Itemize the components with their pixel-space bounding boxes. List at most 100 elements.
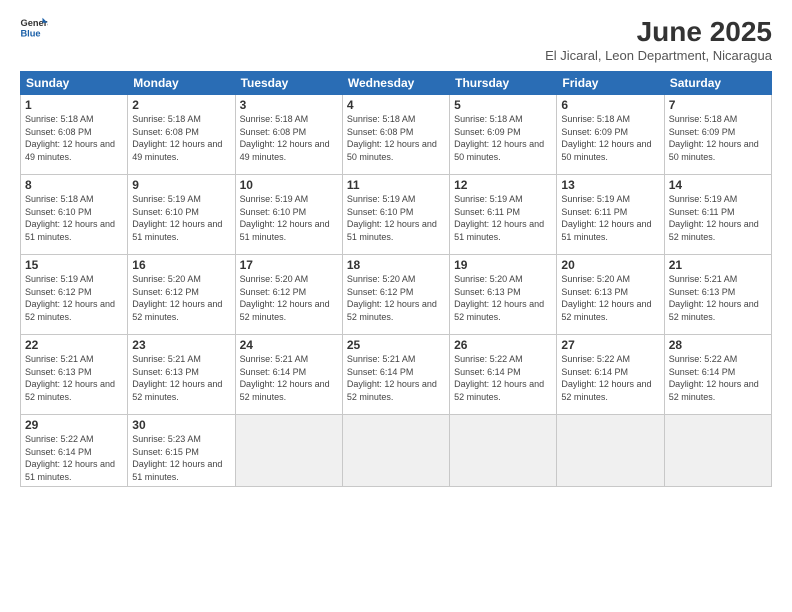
day-info: Sunrise: 5:20 AMSunset: 6:12 PMDaylight:… (132, 273, 230, 323)
day-info: Sunrise: 5:21 AMSunset: 6:13 PMDaylight:… (132, 353, 230, 403)
day-number: 20 (561, 258, 659, 272)
calendar-cell: 12 Sunrise: 5:19 AMSunset: 6:11 PMDaylig… (450, 175, 557, 255)
day-info: Sunrise: 5:19 AMSunset: 6:12 PMDaylight:… (25, 273, 123, 323)
calendar-cell: 30 Sunrise: 5:23 AMSunset: 6:15 PMDaylig… (128, 415, 235, 487)
calendar-cell (450, 415, 557, 487)
day-number: 4 (347, 98, 445, 112)
day-number: 12 (454, 178, 552, 192)
calendar-cell: 29 Sunrise: 5:22 AMSunset: 6:14 PMDaylig… (21, 415, 128, 487)
calendar-cell (557, 415, 664, 487)
calendar-cell: 9 Sunrise: 5:19 AMSunset: 6:10 PMDayligh… (128, 175, 235, 255)
day-number: 2 (132, 98, 230, 112)
day-info: Sunrise: 5:18 AMSunset: 6:09 PMDaylight:… (669, 113, 767, 163)
calendar-cell: 18 Sunrise: 5:20 AMSunset: 6:12 PMDaylig… (342, 255, 449, 335)
day-info: Sunrise: 5:21 AMSunset: 6:14 PMDaylight:… (347, 353, 445, 403)
day-info: Sunrise: 5:19 AMSunset: 6:11 PMDaylight:… (561, 193, 659, 243)
day-number: 22 (25, 338, 123, 352)
col-saturday: Saturday (664, 72, 771, 95)
day-info: Sunrise: 5:21 AMSunset: 6:13 PMDaylight:… (25, 353, 123, 403)
day-number: 13 (561, 178, 659, 192)
day-number: 9 (132, 178, 230, 192)
day-info: Sunrise: 5:18 AMSunset: 6:10 PMDaylight:… (25, 193, 123, 243)
day-number: 1 (25, 98, 123, 112)
calendar-cell: 1 Sunrise: 5:18 AMSunset: 6:08 PMDayligh… (21, 95, 128, 175)
day-number: 27 (561, 338, 659, 352)
day-info: Sunrise: 5:19 AMSunset: 6:11 PMDaylight:… (669, 193, 767, 243)
day-number: 21 (669, 258, 767, 272)
logo-icon: General Blue (20, 16, 48, 38)
calendar-cell: 27 Sunrise: 5:22 AMSunset: 6:14 PMDaylig… (557, 335, 664, 415)
day-info: Sunrise: 5:22 AMSunset: 6:14 PMDaylight:… (25, 433, 123, 483)
col-wednesday: Wednesday (342, 72, 449, 95)
col-thursday: Thursday (450, 72, 557, 95)
day-number: 29 (25, 418, 123, 432)
calendar-cell: 22 Sunrise: 5:21 AMSunset: 6:13 PMDaylig… (21, 335, 128, 415)
col-tuesday: Tuesday (235, 72, 342, 95)
calendar-cell: 20 Sunrise: 5:20 AMSunset: 6:13 PMDaylig… (557, 255, 664, 335)
day-number: 10 (240, 178, 338, 192)
calendar-cell: 17 Sunrise: 5:20 AMSunset: 6:12 PMDaylig… (235, 255, 342, 335)
day-info: Sunrise: 5:21 AMSunset: 6:13 PMDaylight:… (669, 273, 767, 323)
day-info: Sunrise: 5:18 AMSunset: 6:09 PMDaylight:… (561, 113, 659, 163)
logo: General Blue (20, 16, 48, 38)
calendar-cell: 28 Sunrise: 5:22 AMSunset: 6:14 PMDaylig… (664, 335, 771, 415)
day-number: 25 (347, 338, 445, 352)
calendar-cell (342, 415, 449, 487)
day-info: Sunrise: 5:18 AMSunset: 6:08 PMDaylight:… (132, 113, 230, 163)
day-number: 19 (454, 258, 552, 272)
header: General Blue June 2025 El Jicaral, Leon … (20, 16, 772, 63)
day-info: Sunrise: 5:18 AMSunset: 6:08 PMDaylight:… (240, 113, 338, 163)
col-friday: Friday (557, 72, 664, 95)
title-block: June 2025 El Jicaral, Leon Department, N… (545, 16, 772, 63)
calendar-cell: 15 Sunrise: 5:19 AMSunset: 6:12 PMDaylig… (21, 255, 128, 335)
day-info: Sunrise: 5:20 AMSunset: 6:13 PMDaylight:… (454, 273, 552, 323)
calendar-cell: 2 Sunrise: 5:18 AMSunset: 6:08 PMDayligh… (128, 95, 235, 175)
day-info: Sunrise: 5:19 AMSunset: 6:10 PMDaylight:… (132, 193, 230, 243)
day-number: 16 (132, 258, 230, 272)
day-number: 23 (132, 338, 230, 352)
calendar-table: Sunday Monday Tuesday Wednesday Thursday… (20, 71, 772, 487)
day-info: Sunrise: 5:22 AMSunset: 6:14 PMDaylight:… (454, 353, 552, 403)
day-info: Sunrise: 5:21 AMSunset: 6:14 PMDaylight:… (240, 353, 338, 403)
calendar-cell: 25 Sunrise: 5:21 AMSunset: 6:14 PMDaylig… (342, 335, 449, 415)
calendar-cell: 10 Sunrise: 5:19 AMSunset: 6:10 PMDaylig… (235, 175, 342, 255)
calendar-cell: 5 Sunrise: 5:18 AMSunset: 6:09 PMDayligh… (450, 95, 557, 175)
calendar-cell: 13 Sunrise: 5:19 AMSunset: 6:11 PMDaylig… (557, 175, 664, 255)
day-number: 11 (347, 178, 445, 192)
day-info: Sunrise: 5:20 AMSunset: 6:12 PMDaylight:… (347, 273, 445, 323)
calendar-cell: 26 Sunrise: 5:22 AMSunset: 6:14 PMDaylig… (450, 335, 557, 415)
location-title: El Jicaral, Leon Department, Nicaragua (545, 48, 772, 63)
calendar-cell: 11 Sunrise: 5:19 AMSunset: 6:10 PMDaylig… (342, 175, 449, 255)
day-number: 14 (669, 178, 767, 192)
page: General Blue June 2025 El Jicaral, Leon … (0, 0, 792, 612)
calendar-cell: 16 Sunrise: 5:20 AMSunset: 6:12 PMDaylig… (128, 255, 235, 335)
day-number: 8 (25, 178, 123, 192)
svg-text:Blue: Blue (20, 28, 40, 38)
day-number: 28 (669, 338, 767, 352)
col-sunday: Sunday (21, 72, 128, 95)
day-number: 7 (669, 98, 767, 112)
day-info: Sunrise: 5:18 AMSunset: 6:08 PMDaylight:… (347, 113, 445, 163)
calendar-cell: 24 Sunrise: 5:21 AMSunset: 6:14 PMDaylig… (235, 335, 342, 415)
calendar-cell: 4 Sunrise: 5:18 AMSunset: 6:08 PMDayligh… (342, 95, 449, 175)
day-number: 26 (454, 338, 552, 352)
calendar-cell (664, 415, 771, 487)
calendar-cell: 3 Sunrise: 5:18 AMSunset: 6:08 PMDayligh… (235, 95, 342, 175)
day-number: 18 (347, 258, 445, 272)
col-monday: Monday (128, 72, 235, 95)
day-number: 24 (240, 338, 338, 352)
day-info: Sunrise: 5:18 AMSunset: 6:09 PMDaylight:… (454, 113, 552, 163)
day-number: 3 (240, 98, 338, 112)
calendar-cell: 23 Sunrise: 5:21 AMSunset: 6:13 PMDaylig… (128, 335, 235, 415)
day-info: Sunrise: 5:20 AMSunset: 6:12 PMDaylight:… (240, 273, 338, 323)
day-info: Sunrise: 5:22 AMSunset: 6:14 PMDaylight:… (669, 353, 767, 403)
calendar-cell: 14 Sunrise: 5:19 AMSunset: 6:11 PMDaylig… (664, 175, 771, 255)
day-info: Sunrise: 5:22 AMSunset: 6:14 PMDaylight:… (561, 353, 659, 403)
day-info: Sunrise: 5:19 AMSunset: 6:10 PMDaylight:… (240, 193, 338, 243)
calendar-cell (235, 415, 342, 487)
calendar-header-row: Sunday Monday Tuesday Wednesday Thursday… (21, 72, 772, 95)
day-info: Sunrise: 5:19 AMSunset: 6:11 PMDaylight:… (454, 193, 552, 243)
day-number: 15 (25, 258, 123, 272)
day-info: Sunrise: 5:19 AMSunset: 6:10 PMDaylight:… (347, 193, 445, 243)
calendar-cell: 7 Sunrise: 5:18 AMSunset: 6:09 PMDayligh… (664, 95, 771, 175)
